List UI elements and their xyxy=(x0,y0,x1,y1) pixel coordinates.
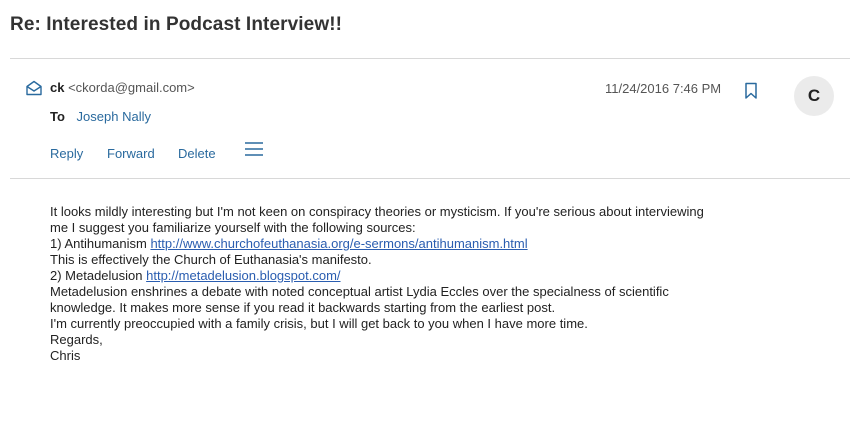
avatar: C xyxy=(794,76,834,116)
body-line: 2) Metadelusion http://metadelusion.blog… xyxy=(50,268,770,284)
body-line: Metadelusion enshrines a debate with not… xyxy=(50,284,669,299)
metadelusion-link[interactable]: http://metadelusion.blogspot.com/ xyxy=(146,268,340,283)
reply-button[interactable]: Reply xyxy=(50,146,83,161)
sender-name: ck xyxy=(50,80,65,95)
recipient-row: To Joseph Nally xyxy=(50,109,151,124)
body-line: knowledge. It makes more sense if you re… xyxy=(50,300,556,315)
body-line: It looks mildly interesting but I'm not … xyxy=(50,204,704,219)
sender-email: <ckorda@gmail.com> xyxy=(68,80,195,95)
body-line: This is effectively the Church of Euthan… xyxy=(50,252,372,267)
body-divider xyxy=(10,178,850,179)
body-line: 1) Antihumanism http://www.churchofeutha… xyxy=(50,236,770,252)
body-text-span: 2) Metadelusion xyxy=(50,268,147,283)
hamburger-menu-icon[interactable] xyxy=(244,141,264,157)
body-text-span: 1) Antihumanism xyxy=(50,236,151,251)
envelope-open-icon xyxy=(26,80,42,96)
recipient-name[interactable]: Joseph Nally xyxy=(77,109,151,124)
to-label: To xyxy=(50,109,65,124)
body-line: Chris xyxy=(50,348,81,363)
forward-button[interactable]: Forward xyxy=(107,146,155,161)
email-date: 11/24/2016 7:46 PM xyxy=(605,81,722,96)
body-line: Regards, xyxy=(50,332,103,347)
delete-button[interactable]: Delete xyxy=(178,146,216,161)
sender[interactable]: ck <ckorda@gmail.com> xyxy=(50,80,195,95)
header-divider xyxy=(10,58,850,59)
email-subject: Re: Interested in Podcast Interview!! xyxy=(10,14,343,35)
body-line: me I suggest you familiarize yourself wi… xyxy=(50,220,416,235)
antihumanism-link[interactable]: http://www.churchofeuthanasia.org/e-serm… xyxy=(150,236,527,251)
body-line: I'm currently preoccupied with a family … xyxy=(50,316,588,331)
email-body: It looks mildly interesting but I'm not … xyxy=(50,204,770,364)
bookmark-icon[interactable] xyxy=(744,82,758,100)
